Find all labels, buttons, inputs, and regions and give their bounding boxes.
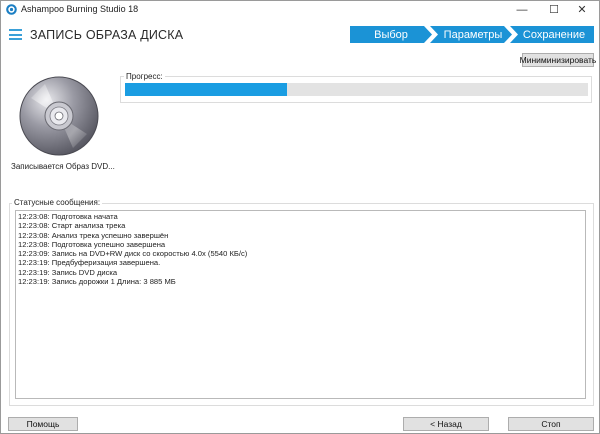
step-select[interactable]: Выбор bbox=[350, 26, 432, 43]
status-messages-label: Статусные сообщения: bbox=[12, 198, 103, 207]
title-bar[interactable]: Ashampoo Burning Studio 18 — ☐ ✕ bbox=[1, 1, 599, 18]
log-line: 12:23:08: Подготовка успешно завершена bbox=[18, 239, 166, 249]
log-line: 12:23:08: Старт анализа трека bbox=[18, 221, 126, 231]
window-title: Ashampoo Burning Studio 18 bbox=[21, 4, 139, 14]
disc-icon bbox=[19, 76, 99, 156]
hamburger-menu-icon[interactable] bbox=[9, 29, 22, 40]
log-line: 12:23:08: Анализ трека успешно завершён bbox=[18, 230, 169, 240]
page-title: ЗАПИСЬ ОБРАЗА ДИСКА bbox=[30, 28, 184, 42]
help-button[interactable]: Помощь bbox=[8, 417, 78, 431]
status-log[interactable]: 12:23:08: Подготовка начата 12:23:08: Ст… bbox=[15, 210, 586, 399]
stop-button[interactable]: Стоп bbox=[508, 417, 594, 431]
step-parameters[interactable]: Параметры bbox=[430, 26, 512, 43]
progress-bar bbox=[125, 83, 588, 96]
app-window: Ashampoo Burning Studio 18 — ☐ ✕ ЗАПИСЬ … bbox=[0, 0, 600, 434]
window-minimize-button[interactable]: — bbox=[507, 1, 537, 18]
log-line: 12:23:19: Запись DVD диска bbox=[18, 267, 118, 277]
log-line: 12:23:19: Запись дорожки 1 Длина: 3 885 … bbox=[18, 277, 176, 287]
step-save[interactable]: Сохранение bbox=[510, 26, 594, 43]
log-line: 12:23:19: Предбуферизация завершена. bbox=[18, 258, 161, 268]
minimize-to-tray-button[interactable]: Миниминизировать bbox=[520, 53, 596, 67]
app-logo-icon bbox=[6, 4, 17, 15]
progress-label: Прогресс: bbox=[124, 72, 165, 81]
burn-status-caption: Записывается Образ DVD... bbox=[11, 162, 115, 171]
window-close-button[interactable]: ✕ bbox=[567, 1, 597, 18]
log-line: 12:23:08: Подготовка начата bbox=[18, 212, 118, 221]
wizard-steps: Выбор Параметры Сохранение bbox=[350, 26, 594, 43]
log-line: 12:23:09: Запись на DVD+RW диск со скоро… bbox=[18, 249, 248, 259]
back-button[interactable]: < Назад bbox=[403, 417, 489, 431]
window-maximize-button[interactable]: ☐ bbox=[539, 1, 569, 18]
progress-fill bbox=[125, 83, 288, 96]
